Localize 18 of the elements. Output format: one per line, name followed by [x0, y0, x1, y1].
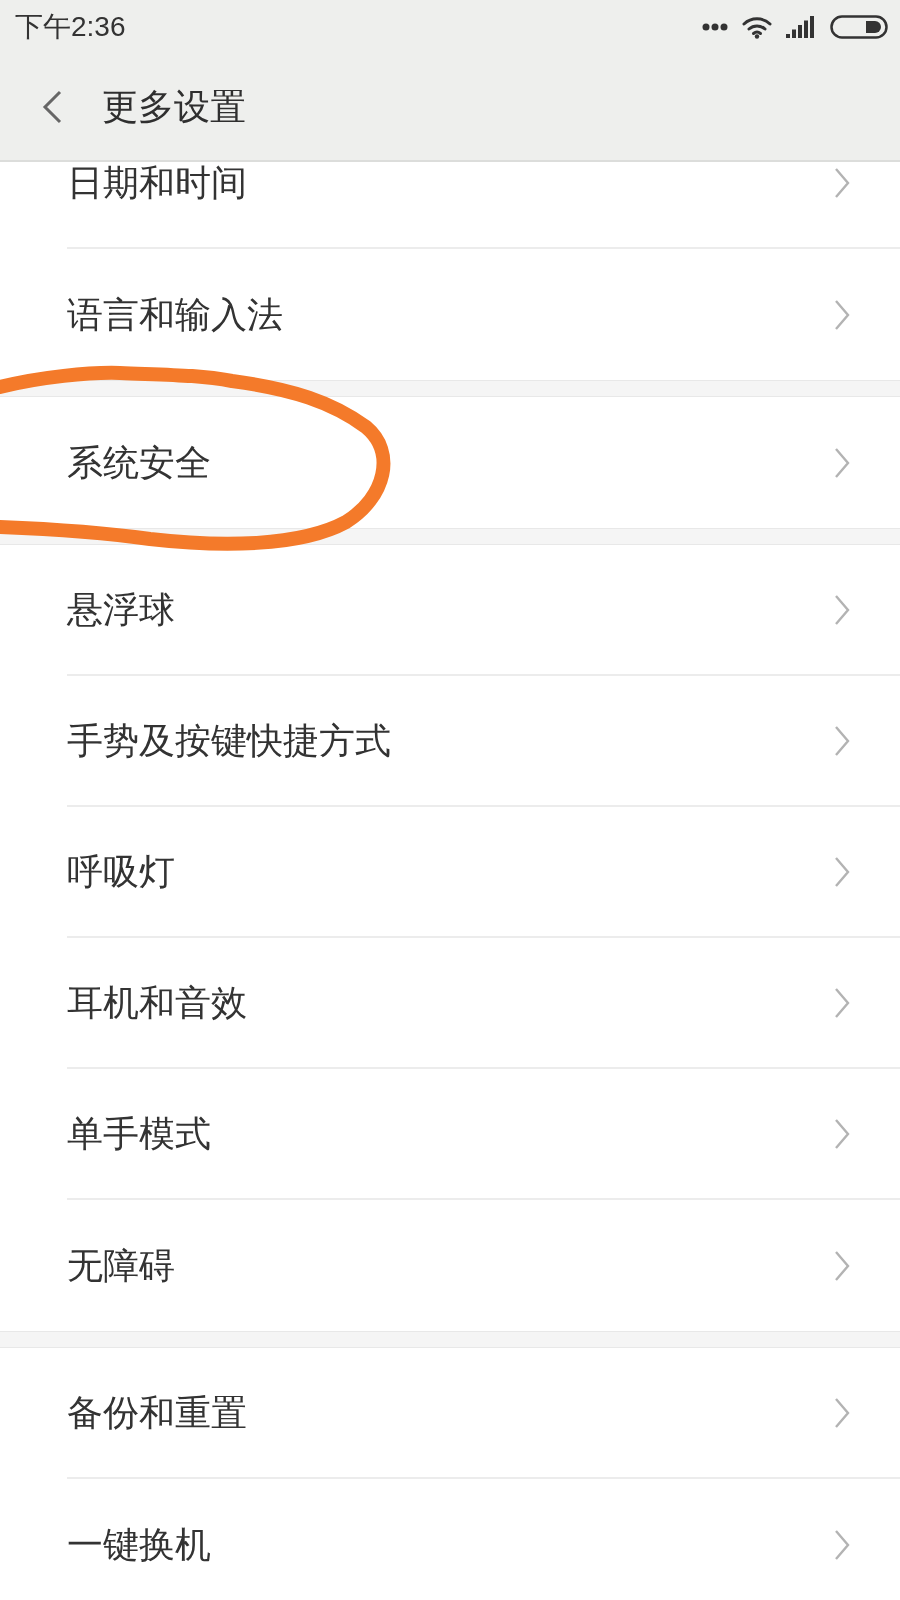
chevron-right-icon — [834, 1117, 850, 1150]
battery-icon — [830, 15, 888, 39]
more-dots-icon — [702, 23, 728, 31]
chevron-right-icon — [834, 986, 850, 1019]
chevron-right-icon — [834, 166, 850, 199]
signal-icon — [786, 16, 816, 38]
chevron-right-icon — [834, 1249, 850, 1282]
page-title: 更多设置 — [102, 85, 246, 129]
chevron-right-icon — [834, 446, 850, 479]
chevron-right-icon — [834, 1396, 850, 1429]
wifi-icon — [742, 15, 772, 39]
back-icon[interactable] — [42, 90, 62, 124]
chevron-right-icon — [834, 724, 850, 757]
chevron-right-icon — [834, 593, 850, 626]
chevron-right-icon — [834, 1528, 850, 1561]
status-time: 下午2:36 — [15, 10, 126, 44]
chevron-right-icon — [834, 855, 850, 888]
chevron-right-icon — [834, 298, 850, 331]
